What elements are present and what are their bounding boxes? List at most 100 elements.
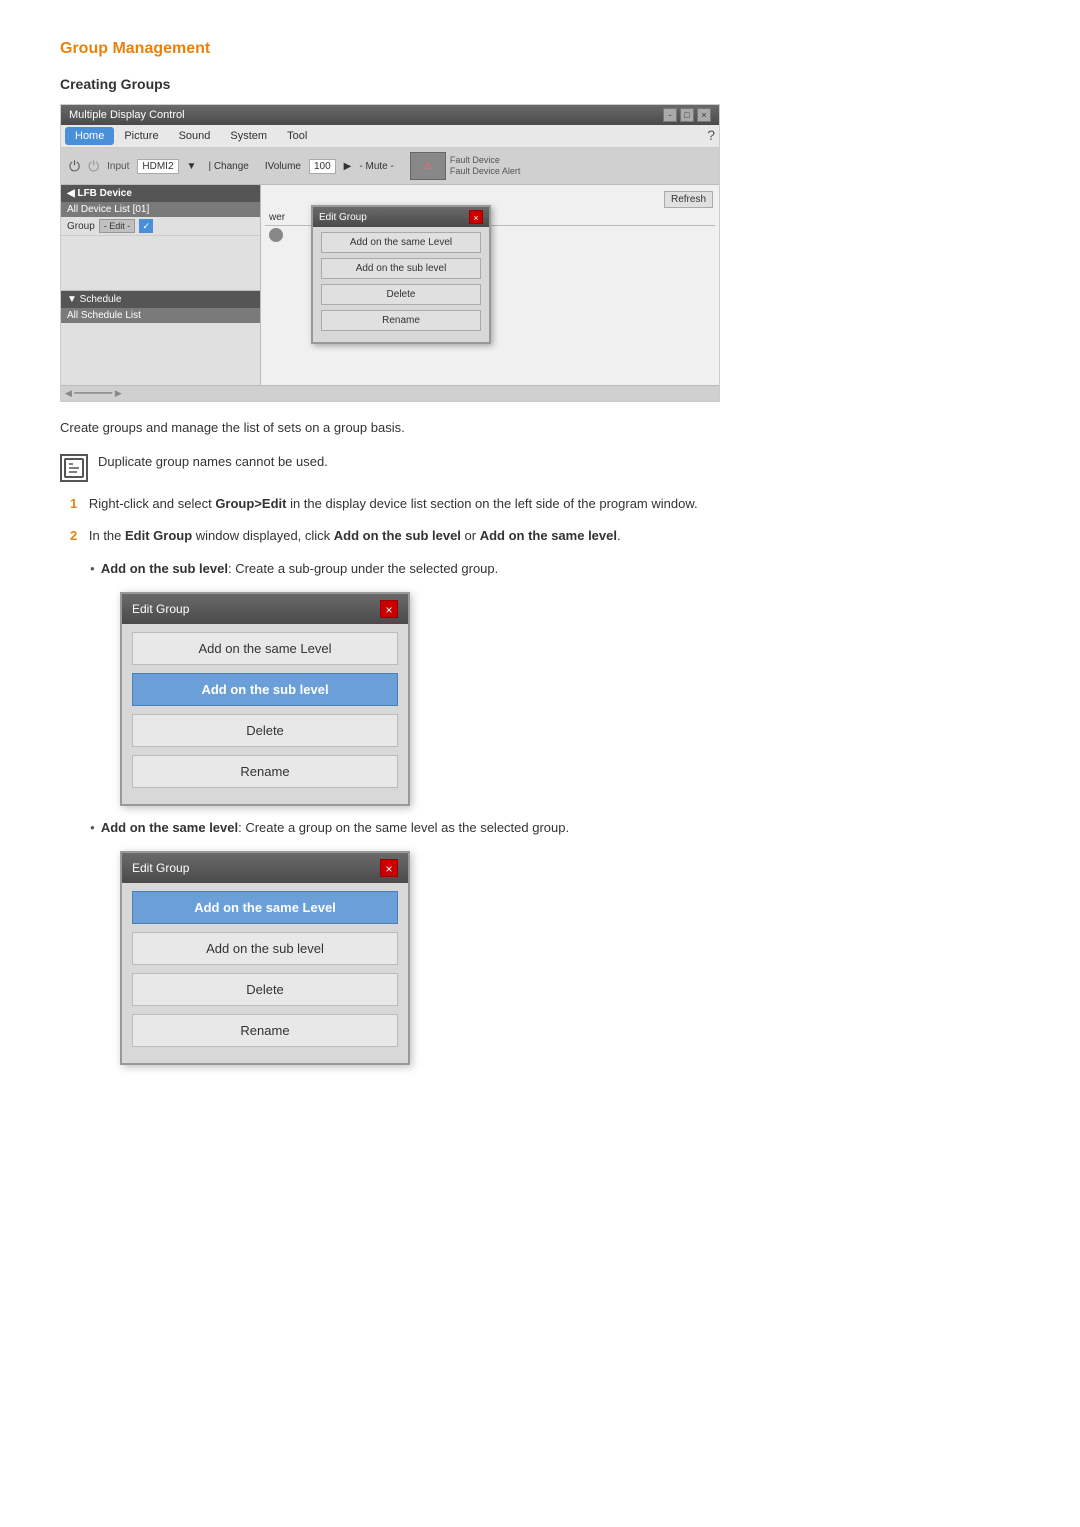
step-2-add-same: Add on the same level: [480, 528, 617, 543]
sidebar: ◀ LFB Device All Device List [01] Group …: [61, 185, 261, 385]
step-number-2: 2: [70, 528, 77, 543]
fault-device-icon: ⚠: [423, 161, 432, 172]
sidebar-lfb-header: ◀ LFB Device: [61, 185, 260, 202]
dialog-same-level-titlebar: Edit Group ×: [122, 853, 408, 883]
step-number-1: 1: [70, 496, 77, 511]
dialog2-rename-btn[interactable]: Rename: [132, 1014, 398, 1047]
main-description: Create groups and manage the list of set…: [60, 418, 1020, 438]
step-1-text-before: Right-click and select: [89, 496, 215, 511]
bullet-2-colon-text: : Create a group on the same level as th…: [238, 820, 569, 835]
mute-label: - Mute -: [359, 161, 393, 172]
dialog2-delete-btn[interactable]: Delete: [132, 973, 398, 1006]
scrollbar-area: ◀ ━━━━━━━ ▶: [61, 385, 719, 401]
volume-label: IVolume: [265, 161, 301, 172]
minimize-btn[interactable]: -: [663, 108, 677, 122]
change-label: | Change: [208, 161, 248, 172]
bullet-2-label: Add on the same level: [101, 820, 238, 835]
step-1: 1 Right-click and select Group>Edit in t…: [60, 494, 1020, 515]
bullet-section-1: ● Add on the sub level: Create a sub-gro…: [90, 559, 1020, 806]
bullet-item-2: ● Add on the same level: Create a group …: [90, 818, 1020, 839]
menu-picture[interactable]: Picture: [114, 127, 168, 145]
help-icon[interactable]: ?: [707, 127, 715, 145]
bullet-dot-2: ●: [90, 823, 95, 832]
page-title: Group Management: [60, 40, 1020, 58]
maximize-btn[interactable]: □: [680, 108, 694, 122]
power-status-icon: [269, 228, 283, 242]
arrow-icon: ▼: [187, 161, 197, 172]
titlebar-controls: - □ ×: [663, 108, 711, 122]
bullet-item-1: ● Add on the sub level: Create a sub-gro…: [90, 559, 1020, 580]
play-icon: ▶: [344, 161, 352, 172]
sidebar-empty: [61, 236, 260, 286]
app-title: Multiple Display Control: [69, 109, 185, 121]
step-2-text-2: window displayed, click: [192, 528, 334, 543]
schedule-section: ▼ Schedule All Schedule List: [61, 290, 260, 363]
menu-tool[interactable]: Tool: [277, 127, 317, 145]
screenshot-add-sub-level-btn[interactable]: Add on the sub level: [321, 258, 481, 279]
screenshot-add-same-level-btn[interactable]: Add on the same Level: [321, 232, 481, 253]
close-btn[interactable]: ×: [697, 108, 711, 122]
dialog-sub-level-title: Edit Group: [132, 602, 189, 616]
step-2-edit-group: Edit Group: [125, 528, 192, 543]
refresh-button[interactable]: Refresh: [664, 191, 713, 208]
screenshot-dialog-titlebar: Edit Group ×: [313, 207, 489, 227]
bullet-1-colon-text: : Create a sub-group under the selected …: [228, 561, 498, 576]
app-titlebar: Multiple Display Control - □ ×: [61, 105, 719, 125]
dialog2-add-same-level-btn[interactable]: Add on the same Level: [132, 891, 398, 924]
menu-home[interactable]: Home: [65, 127, 114, 145]
volume-select[interactable]: 100: [309, 159, 336, 174]
note-box: Duplicate group names cannot be used.: [60, 454, 1020, 482]
power-on-icon[interactable]: ⏻: [69, 158, 80, 175]
bullet-dot-1: ●: [90, 564, 95, 573]
bullet-text-2: Add on the same level: Create a group on…: [101, 818, 569, 839]
screenshot-dialog: Edit Group × Add on the same Level Add o…: [311, 205, 491, 344]
group-label: Group: [67, 221, 95, 232]
fault-device-label: Fault Device Fault Device Alert: [450, 155, 521, 177]
edit-button[interactable]: - Edit -: [99, 219, 136, 233]
step-1-text-bold: Group>Edit: [215, 496, 286, 511]
dialog-sub-level: Edit Group × Add on the same Level Add o…: [120, 592, 410, 806]
dialog1-rename-btn[interactable]: Rename: [132, 755, 398, 788]
menu-sound[interactable]: Sound: [169, 127, 221, 145]
dialog-sub-level-close[interactable]: ×: [380, 600, 398, 618]
dialog1-add-same-level-btn[interactable]: Add on the same Level: [132, 632, 398, 665]
all-schedule-list: All Schedule List: [61, 308, 260, 323]
sidebar-all-device: All Device List [01]: [61, 202, 260, 217]
app-main: ◀ LFB Device All Device List [01] Group …: [61, 185, 719, 385]
note-icon: [60, 454, 88, 482]
dialog-same-level-close[interactable]: ×: [380, 859, 398, 877]
hdmi-select[interactable]: HDMI2: [137, 159, 178, 174]
dialog2-add-sub-level-btn[interactable]: Add on the sub level: [132, 932, 398, 965]
app-menubar: Home Picture Sound System Tool ?: [61, 125, 719, 148]
section-title: Creating Groups: [60, 76, 1020, 92]
screenshot-container: Multiple Display Control - □ × Home Pict…: [60, 104, 720, 402]
bullet-1-label: Add on the sub level: [101, 561, 228, 576]
input-label: Input: [107, 161, 129, 172]
bullet-section-2: ● Add on the same level: Create a group …: [90, 818, 1020, 1065]
app-toolbar: ⏻ ⏻ Input HDMI2 ▼ | Change IVolume 100 ▶…: [61, 148, 719, 185]
group-checkbox[interactable]: ✓: [139, 219, 153, 233]
schedule-empty: [61, 323, 260, 363]
menu-system[interactable]: System: [220, 127, 277, 145]
sidebar-group-row: Group - Edit - ✓: [61, 217, 260, 236]
pencil-icon: [63, 457, 85, 479]
screenshot-delete-btn[interactable]: Delete: [321, 284, 481, 305]
step-2: 2 In the Edit Group window displayed, cl…: [60, 526, 1020, 547]
note-text: Duplicate group names cannot be used.: [98, 454, 328, 469]
dialog1-delete-btn[interactable]: Delete: [132, 714, 398, 747]
screenshot-dialog-title: Edit Group: [319, 212, 367, 223]
scrollbar-label: ◀ ━━━━━━━ ▶: [65, 388, 122, 399]
screenshot-dialog-close[interactable]: ×: [469, 210, 483, 224]
power-off-icon[interactable]: ⏻: [88, 158, 99, 175]
dialog-same-level-title: Edit Group: [132, 861, 189, 875]
main-content: Refresh wer Input HDMI2 21 Edit Group × …: [261, 185, 719, 385]
col-power: wer: [269, 212, 285, 223]
screenshot-rename-btn[interactable]: Rename: [321, 310, 481, 331]
schedule-header: ▼ Schedule: [61, 291, 260, 308]
dialog1-add-sub-level-btn[interactable]: Add on the sub level: [132, 673, 398, 706]
step-2-text-3: or: [461, 528, 480, 543]
step-2-text-1: In the: [89, 528, 125, 543]
step-2-add-sub: Add on the sub level: [334, 528, 461, 543]
step-1-text-after: in the display device list section on th…: [286, 496, 697, 511]
dialog-sub-level-titlebar: Edit Group ×: [122, 594, 408, 624]
